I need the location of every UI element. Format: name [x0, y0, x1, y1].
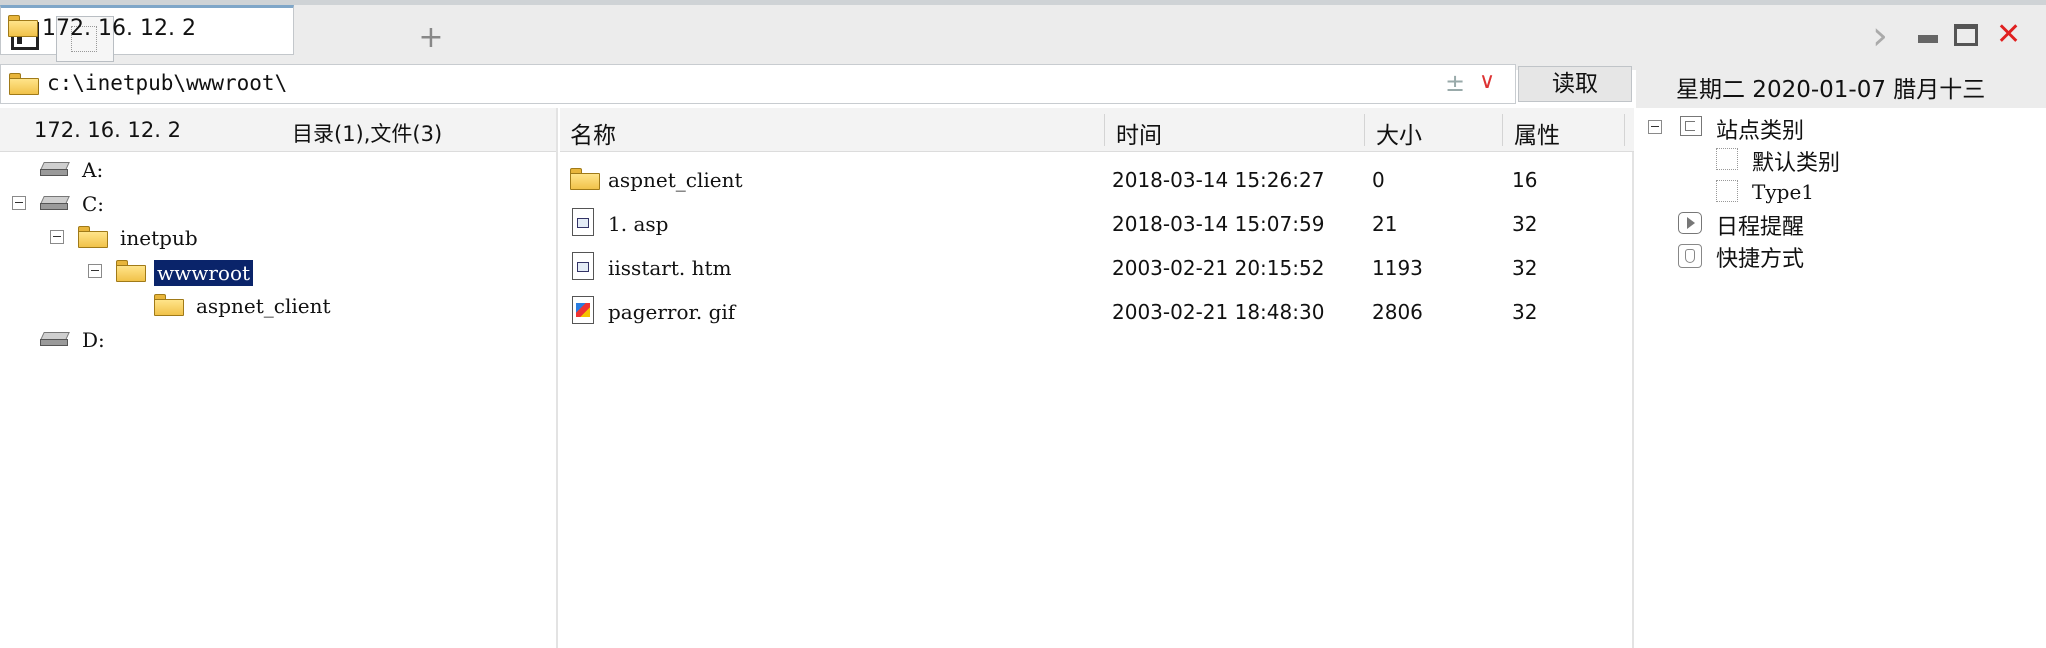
- read-button[interactable]: 读取: [1518, 66, 1632, 102]
- chevron-down-icon[interactable]: ∨: [1479, 69, 1495, 94]
- date-display: 星期二 2020-01-07 腊月十三: [1636, 62, 2046, 108]
- column-header-size[interactable]: 大小: [1376, 116, 1422, 150]
- minimize-button[interactable]: [1918, 35, 1938, 43]
- folder-icon: [78, 226, 108, 248]
- column-divider[interactable]: [1104, 114, 1105, 146]
- left-pane-header: 172. 16. 12. 2 目录(1),文件(3): [0, 108, 556, 152]
- column-divider[interactable]: [1364, 114, 1365, 146]
- schedule-icon: [1678, 212, 1702, 234]
- tree-item-drive-a[interactable]: A:: [38, 156, 238, 186]
- tree-item-inetpub[interactable]: inetpub: [78, 224, 338, 254]
- drive-icon: [40, 196, 72, 210]
- directory-tree-pane: [0, 108, 558, 648]
- maximize-button[interactable]: [1954, 24, 1978, 46]
- file-row[interactable]: iisstart. htm 2003-02-21 20:15:52 1193 3…: [560, 248, 1632, 288]
- close-button[interactable]: ✕: [1996, 17, 2021, 52]
- file-time: 2018-03-14 15:07:59: [1112, 212, 1325, 236]
- script-file-icon: [572, 208, 594, 236]
- tree-label: 快捷方式: [1716, 247, 1805, 272]
- image-file-icon: [572, 296, 594, 324]
- column-header-attr[interactable]: 属性: [1514, 116, 1560, 150]
- address-bar[interactable]: c:\inetpub\wwwroot\ ± ∨: [0, 64, 1516, 104]
- folder-icon: [8, 15, 38, 37]
- tree-item-site-categories[interactable]: 站点类别: [1678, 112, 1978, 144]
- script-file-icon: [572, 252, 594, 280]
- tree-label: A:: [82, 158, 104, 182]
- file-size: 21: [1372, 212, 1398, 236]
- folder-icon: [154, 294, 184, 316]
- file-size: 1193: [1372, 256, 1423, 280]
- file-name: 1. asp: [608, 212, 669, 236]
- file-attr: 32: [1512, 256, 1538, 280]
- tree-label: D:: [82, 328, 105, 352]
- file-name: iisstart. htm: [608, 256, 732, 280]
- column-divider[interactable]: [1502, 114, 1503, 146]
- collapse-icon[interactable]: [12, 196, 26, 210]
- collapse-icon[interactable]: [88, 264, 102, 278]
- plus-minus-icon[interactable]: ±: [1445, 69, 1465, 97]
- file-time: 2003-02-21 18:48:30: [1112, 300, 1325, 324]
- tree-item-aspnet-client[interactable]: aspnet_client: [154, 292, 454, 322]
- drive-icon: [40, 332, 72, 346]
- folder-icon: [9, 73, 39, 95]
- tree-label: inetpub: [120, 226, 198, 250]
- file-attr: 32: [1512, 212, 1538, 236]
- tree-item-drive-d[interactable]: D:: [38, 326, 238, 356]
- file-row[interactable]: 1. asp 2018-03-14 15:07:59 21 32: [560, 204, 1632, 244]
- tree-item-type1[interactable]: Type1: [1716, 176, 1976, 206]
- title-bar: 172. 16. 12. 2 + › ✕: [0, 0, 2046, 70]
- file-list-header: 名称 时间 大小 属性: [560, 108, 1634, 152]
- category-item-icon: [1716, 180, 1738, 202]
- file-attr: 16: [1512, 168, 1538, 192]
- address-input[interactable]: c:\inetpub\wwwroot\: [47, 71, 287, 95]
- tree-label: 日程提醒: [1716, 215, 1805, 240]
- tab-title: 172. 16. 12. 2: [42, 16, 196, 41]
- file-row[interactable]: pagerror. gif 2003-02-21 18:48:30 2806 3…: [560, 292, 1632, 332]
- date-text: 星期二 2020-01-07 腊月十三: [1676, 77, 1986, 103]
- file-attr: 32: [1512, 300, 1538, 324]
- tree-label: 默认类别: [1752, 151, 1841, 176]
- tree-label: 站点类别: [1716, 119, 1805, 144]
- file-row[interactable]: aspnet_client 2018-03-14 15:26:27 0 16: [560, 160, 1632, 200]
- next-icon[interactable]: ›: [1872, 13, 1888, 59]
- category-icon: [1680, 116, 1702, 136]
- tree-label: C:: [82, 192, 105, 216]
- file-size: 0: [1372, 168, 1385, 192]
- file-name: pagerror. gif: [608, 300, 736, 324]
- new-tab-button[interactable]: +: [416, 23, 446, 53]
- tree-item-default-category[interactable]: 默认类别: [1716, 144, 1976, 176]
- hand-icon: [1678, 244, 1702, 268]
- column-header-time[interactable]: 时间: [1116, 116, 1162, 150]
- tree-item-drive-c[interactable]: C:: [38, 190, 238, 220]
- file-time: 2003-02-21 20:15:52: [1112, 256, 1325, 280]
- host-ip: 172. 16. 12. 2: [34, 118, 181, 142]
- category-tree-pane: 站点类别 默认类别 Type1 日程提醒 快捷方式: [1636, 108, 2046, 648]
- tree-label: Type1: [1752, 180, 1815, 204]
- file-size: 2806: [1372, 300, 1423, 324]
- collapse-icon[interactable]: [1648, 120, 1662, 134]
- tree-item-shortcuts[interactable]: 快捷方式: [1678, 240, 1978, 272]
- tree-label: aspnet_client: [196, 294, 331, 318]
- column-divider[interactable]: [1624, 114, 1625, 146]
- drive-icon: [40, 162, 72, 176]
- file-list: aspnet_client 2018-03-14 15:26:27 0 16 1…: [560, 152, 1634, 648]
- tree-item-schedule[interactable]: 日程提醒: [1678, 208, 1978, 240]
- column-header-name[interactable]: 名称: [570, 116, 616, 150]
- tree-item-wwwroot[interactable]: wwwroot: [116, 258, 376, 288]
- category-item-icon: [1716, 148, 1738, 170]
- open-folder-icon: [116, 260, 146, 282]
- dir-file-count: 目录(1),文件(3): [292, 122, 443, 146]
- file-name: aspnet_client: [608, 168, 743, 192]
- folder-icon: [570, 168, 600, 190]
- collapse-icon[interactable]: [50, 230, 64, 244]
- file-time: 2018-03-14 15:26:27: [1112, 168, 1325, 192]
- tree-label-selected: wwwroot: [154, 260, 254, 286]
